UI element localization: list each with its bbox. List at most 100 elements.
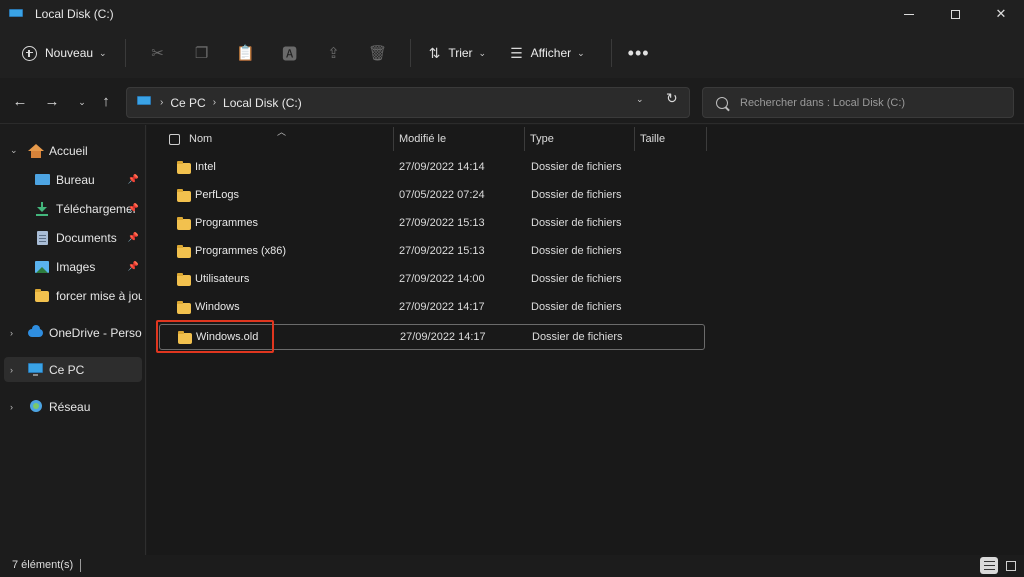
sidebar-item-telechargements[interactable]: Téléchargements 📌 bbox=[4, 196, 142, 221]
breadcrumb-ce-pc[interactable]: Ce PC bbox=[170, 96, 205, 110]
column-divider[interactable] bbox=[706, 127, 707, 151]
sidebar-item-label: forcer mise à jour 2 bbox=[56, 288, 142, 303]
chevron-down-icon: ⌄ bbox=[478, 47, 487, 58]
sort-label: Trier bbox=[448, 46, 473, 60]
desktop-icon bbox=[35, 173, 50, 187]
folder-icon bbox=[177, 217, 191, 230]
rename-button[interactable]: 🅰 bbox=[268, 38, 312, 68]
up-button[interactable]: ↑ bbox=[96, 92, 116, 112]
breadcrumb-local-disk[interactable]: Local Disk (C:) bbox=[223, 96, 302, 110]
file-list: ︿ Nom Modifié le Type Taille Intel 27/09… bbox=[147, 125, 1024, 555]
search-icon bbox=[716, 96, 728, 109]
share-icon: ⇪ bbox=[327, 45, 340, 62]
file-type: Dossier de fichiers bbox=[531, 189, 622, 201]
file-modified: 27/09/2022 14:17 bbox=[399, 301, 485, 313]
sort-icon: ⇅ bbox=[428, 44, 441, 61]
table-row[interactable]: PerfLogs 07/05/2022 07:24 Dossier de fic… bbox=[159, 183, 705, 209]
file-name: Programmes bbox=[195, 217, 258, 229]
trash-icon: 🗑 bbox=[368, 45, 388, 62]
new-label: Nouveau bbox=[45, 46, 94, 60]
minimize-button[interactable] bbox=[886, 0, 932, 28]
table-row[interactable]: Programmes 27/09/2022 15:13 Dossier de f… bbox=[159, 211, 705, 237]
sidebar-item-accueil[interactable]: ⌄ Accueil bbox=[4, 138, 142, 163]
chevron-right-icon: › bbox=[160, 97, 164, 108]
maximize-button[interactable] bbox=[932, 0, 978, 28]
address-history-dropdown[interactable]: ⌄ bbox=[636, 94, 644, 105]
folder-icon bbox=[178, 331, 192, 344]
status-divider bbox=[80, 559, 81, 572]
minimize-icon bbox=[904, 13, 914, 15]
view-button[interactable]: ☰ Afficher ⌄ bbox=[502, 38, 593, 68]
column-divider[interactable] bbox=[524, 127, 525, 151]
maximize-icon bbox=[950, 9, 960, 19]
tiles-view-button[interactable] bbox=[1002, 557, 1020, 574]
chevron-right-icon: › bbox=[10, 327, 13, 338]
folder-icon bbox=[177, 273, 191, 286]
recent-locations-button[interactable]: ⌄ bbox=[72, 92, 92, 112]
column-header-size[interactable]: Taille bbox=[640, 133, 665, 145]
sidebar-item-bureau[interactable]: Bureau 📌 bbox=[4, 167, 142, 192]
sidebar-item-ce-pc[interactable]: › Ce PC bbox=[4, 357, 142, 382]
delete-button[interactable]: 🗑 bbox=[356, 38, 400, 68]
file-type: Dossier de fichiers bbox=[532, 331, 623, 343]
close-button[interactable]: ✕ bbox=[978, 0, 1024, 28]
file-type: Dossier de fichiers bbox=[531, 301, 622, 313]
toolbar-divider bbox=[124, 39, 126, 67]
column-header-modified[interactable]: Modifié le bbox=[399, 133, 446, 145]
sidebar-item-label: Téléchargements bbox=[56, 201, 136, 216]
navigation-pane: ⌄ Accueil Bureau 📌 Téléchargements 📌 Doc… bbox=[0, 125, 146, 555]
details-view-button[interactable] bbox=[980, 557, 998, 574]
back-button[interactable]: ← bbox=[10, 92, 30, 112]
sidebar-item-reseau[interactable]: › Réseau bbox=[4, 394, 142, 419]
more-options-button[interactable]: ••• bbox=[628, 43, 650, 64]
file-modified: 27/09/2022 14:00 bbox=[399, 273, 485, 285]
table-row[interactable]: Intel 27/09/2022 14:14 Dossier de fichie… bbox=[159, 155, 705, 181]
paste-button[interactable]: 📋 bbox=[224, 38, 268, 68]
chevron-down-icon: ⌄ bbox=[10, 145, 18, 155]
file-name: Intel bbox=[195, 161, 216, 173]
status-bar: 7 élément(s) bbox=[0, 555, 1024, 577]
sort-button[interactable]: ⇅ Trier ⌄ bbox=[421, 38, 495, 68]
search-input[interactable] bbox=[740, 96, 1000, 109]
window-title: Local Disk (C:) bbox=[35, 7, 114, 21]
toolbar-divider bbox=[409, 39, 411, 67]
file-name: PerfLogs bbox=[195, 189, 240, 201]
sidebar-item-label: Images bbox=[56, 259, 96, 274]
column-header-name[interactable]: Nom bbox=[189, 133, 212, 145]
file-modified: 27/09/2022 14:14 bbox=[399, 161, 485, 173]
sidebar-item-label: Bureau bbox=[56, 172, 95, 187]
sidebar-item-documents[interactable]: Documents 📌 bbox=[4, 225, 142, 250]
file-name: Utilisateurs bbox=[195, 273, 250, 285]
file-name: Programmes (x86) bbox=[195, 245, 287, 257]
table-row[interactable]: Utilisateurs 27/09/2022 14:00 Dossier de… bbox=[159, 267, 705, 293]
title-bar: Local Disk (C:) ✕ bbox=[0, 0, 1024, 28]
copy-button[interactable]: ❐ bbox=[180, 38, 224, 68]
share-button[interactable]: ⇪ bbox=[312, 38, 356, 68]
folder-icon bbox=[177, 161, 191, 174]
forward-button[interactable]: → bbox=[42, 92, 62, 112]
item-count: 7 élément(s) bbox=[12, 559, 74, 571]
arrow-up-icon: ↑ bbox=[102, 93, 110, 110]
column-divider[interactable] bbox=[634, 127, 635, 151]
sidebar-item-images[interactable]: Images 📌 bbox=[4, 254, 142, 279]
column-header-row: ︿ Nom Modifié le Type Taille bbox=[147, 125, 1024, 153]
chevron-right-icon: › bbox=[10, 401, 13, 412]
table-row[interactable]: Programmes (x86) 27/09/2022 15:13 Dossie… bbox=[159, 239, 705, 265]
column-divider[interactable] bbox=[393, 127, 394, 151]
sidebar-item-label: Réseau bbox=[49, 399, 91, 414]
search-box bbox=[702, 87, 1014, 118]
network-icon bbox=[28, 399, 43, 414]
sidebar-item-label: OneDrive - Personal bbox=[49, 325, 142, 340]
table-row[interactable]: Windows 27/09/2022 14:17 Dossier de fich… bbox=[159, 295, 705, 321]
tiles-view-icon bbox=[1006, 560, 1016, 571]
refresh-button[interactable]: ↻ bbox=[666, 90, 678, 107]
new-button[interactable]: Nouveau ⌄ bbox=[18, 38, 111, 68]
sidebar-item-onedrive[interactable]: › OneDrive - Personal bbox=[4, 320, 142, 345]
sidebar-item-label: Ce PC bbox=[49, 362, 85, 377]
select-all-checkbox[interactable] bbox=[169, 134, 180, 145]
table-row-selected[interactable]: Windows.old 27/09/2022 14:17 Dossier de … bbox=[159, 324, 705, 350]
address-bar[interactable]: › Ce PC › Local Disk (C:) bbox=[126, 87, 690, 118]
sidebar-item-forcer-mise-a-jour[interactable]: forcer mise à jour 2 bbox=[4, 283, 142, 308]
cut-button[interactable]: ✂ bbox=[136, 38, 180, 68]
column-header-type[interactable]: Type bbox=[530, 133, 554, 145]
